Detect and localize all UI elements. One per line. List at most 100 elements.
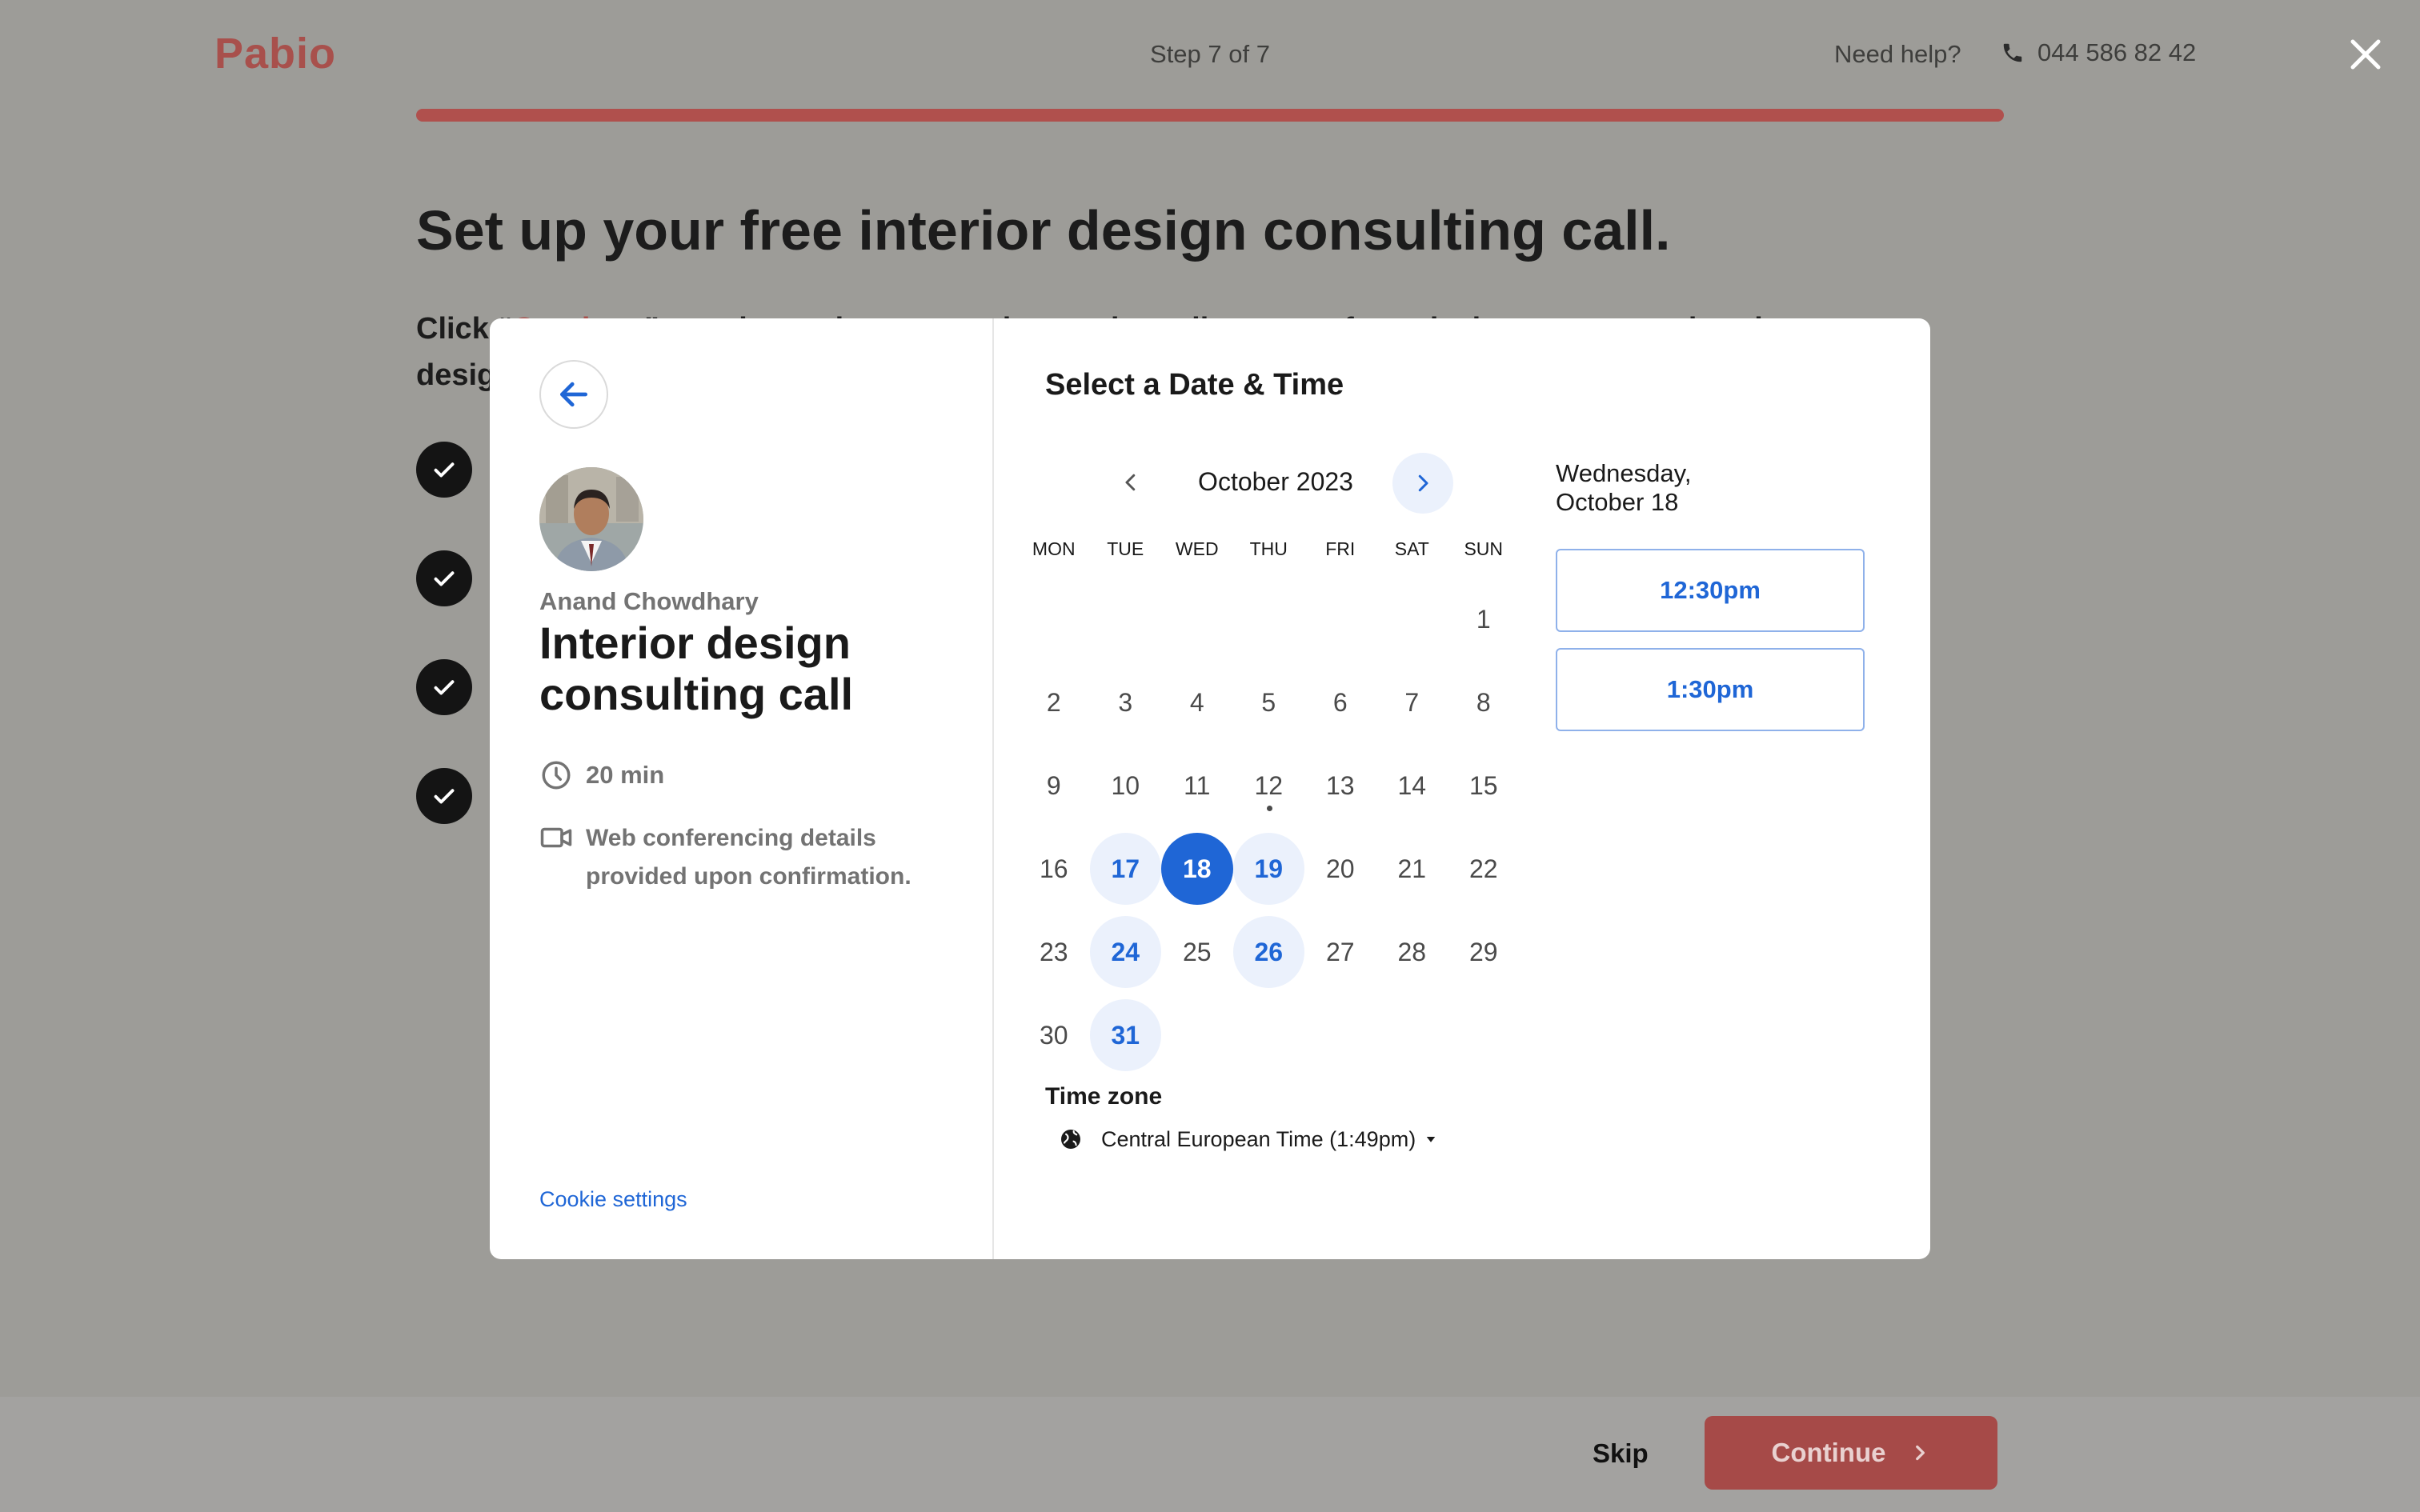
calendar-day: 7 [1404, 687, 1420, 717]
phone-number: 044 586 82 42 [2037, 38, 2197, 66]
calendar-day: 2 [1046, 687, 1061, 717]
calendar-day: 21 [1397, 854, 1427, 883]
weekday-thu: THU [1249, 538, 1288, 559]
calendar-grid: 1 2 3 4 5 6 7 8 9 10 11 12 13 14 15 16 17 18 19 20 21 22 23 24 2… [1018, 578, 1522, 1077]
calendar-day: 20 [1325, 854, 1355, 883]
calendar-day: 8 [1476, 687, 1491, 717]
calendar-empty-cell [1376, 578, 1448, 661]
previous-month-button[interactable] [1101, 453, 1160, 512]
weekday-tue: TUE [1107, 538, 1144, 559]
calendar-day: 10 [1111, 770, 1140, 800]
checkmark-icon [416, 442, 472, 498]
event-details-pane: Anand Chowdhary Interior design consulti… [490, 318, 994, 1259]
weekday-wed: WED [1175, 538, 1219, 559]
conferencing-info: Web conferencing details provided upon c… [539, 819, 956, 896]
checkmark-icon [416, 768, 472, 824]
weekday-sat: SAT [1394, 538, 1429, 559]
conferencing-text: Web conferencing details provided upon c… [586, 825, 912, 890]
calendar-day-cell: 8 [1448, 661, 1520, 744]
continue-label: Continue [1771, 1438, 1886, 1467]
calendar-empty-cell [1233, 578, 1305, 661]
month-label: October 2023 [1198, 467, 1353, 496]
calendar-day: 5 [1261, 687, 1276, 717]
need-help-text: Need help? [1834, 40, 1961, 68]
calendar-day-cell: 12 [1233, 744, 1305, 827]
calendar-day: 6 [1332, 687, 1348, 717]
calendar-day-cell: 20 [1304, 827, 1376, 910]
calendar-day-available[interactable]: 17 [1089, 833, 1161, 905]
event-title: Interior design consulting call [539, 618, 854, 719]
calendar-day: 1 [1476, 604, 1491, 634]
page-title: Set up your free interior design consult… [416, 199, 1671, 262]
calendar-day: 22 [1468, 854, 1498, 883]
calendar-day: 13 [1325, 770, 1355, 800]
chevron-right-icon [1418, 474, 1428, 492]
footer-bar [0, 1397, 2420, 1512]
month-navigation: October 2023 [994, 451, 1525, 515]
timezone-label: Time zone [1045, 1083, 1163, 1110]
calendar-day-cell: 4 [1161, 661, 1233, 744]
caret-down-icon [1426, 1137, 1436, 1142]
calendar-day-cell: 30 [1018, 994, 1090, 1077]
phone-link[interactable]: 044 586 82 42 [2001, 38, 2196, 67]
calendar-day: 25 [1182, 937, 1212, 966]
calendar-day-cell: 17 [1089, 827, 1161, 910]
calendar-day-cell: 19 [1232, 827, 1304, 910]
calendar-day-cell: 10 [1090, 744, 1162, 827]
time-slot-button[interactable]: 1:30pm [1556, 648, 1865, 731]
checkmark-icon [416, 659, 472, 715]
calendar-day-cell: 28 [1376, 910, 1448, 994]
calendar-day: 12 [1233, 750, 1305, 822]
calendar-day: 15 [1468, 770, 1498, 800]
close-icon[interactable] [2346, 35, 2385, 74]
calendar-day-available[interactable]: 24 [1089, 916, 1161, 988]
calendar-day-available[interactable]: 31 [1089, 999, 1161, 1071]
continue-button[interactable]: Continue [1705, 1416, 1997, 1490]
weekday-fri: FRI [1325, 538, 1356, 559]
calendar-day-cell: 13 [1304, 744, 1376, 827]
calendar-empty-cell [1018, 578, 1090, 661]
calendar-day-cell: 9 [1018, 744, 1090, 827]
back-button[interactable] [539, 360, 608, 429]
avatar [539, 467, 643, 571]
calendar-day-cell: 6 [1304, 661, 1376, 744]
calendar-day: 27 [1325, 937, 1355, 966]
calendar-day: 28 [1397, 937, 1427, 966]
globe-icon [1061, 1130, 1080, 1149]
calendar-day-cell: 24 [1089, 910, 1161, 994]
chevron-left-icon [1125, 474, 1136, 491]
calendar-day-cell: 16 [1018, 827, 1090, 910]
pabio-logo[interactable]: Pabio [214, 29, 336, 78]
timezone-value: Central European Time (1:49pm) [1101, 1126, 1416, 1151]
calendar-day-cell: 22 [1448, 827, 1520, 910]
calendar-day-cell: 7 [1376, 661, 1448, 744]
calendar-weekday-header: MON TUE WED THU FRI SAT SUN [1018, 533, 1522, 565]
calendar-day-cell: 27 [1304, 910, 1376, 994]
cookie-settings-link[interactable]: Cookie settings [539, 1187, 687, 1212]
calendar-day: 14 [1397, 770, 1427, 800]
clock-icon [542, 761, 571, 790]
calendar-day-available[interactable]: 26 [1232, 916, 1304, 988]
calendar-day-selected[interactable]: 18 [1161, 833, 1233, 905]
calendar-day: 4 [1189, 687, 1204, 717]
phone-icon [2003, 43, 2022, 62]
skip-button[interactable]: Skip [1593, 1438, 1649, 1469]
chevron-right-icon [1916, 1445, 1925, 1461]
scheduling-modal: Anand Chowdhary Interior design consulti… [490, 318, 1930, 1259]
time-slot-button[interactable]: 12:30pm [1556, 549, 1865, 632]
calendar-day: 29 [1468, 937, 1498, 966]
calendar-day-cell: 1 [1448, 578, 1520, 661]
weekday-sun: SUN [1464, 538, 1504, 559]
video-camera-icon [540, 827, 572, 848]
timezone-select[interactable]: Central European Time (1:49pm) [1058, 1126, 1438, 1152]
calendar-day-cell: 26 [1232, 910, 1304, 994]
calendar-day-cell: 14 [1376, 744, 1448, 827]
calendar-day-cell: 25 [1161, 910, 1233, 994]
calendar-day-cell: 21 [1376, 827, 1448, 910]
next-month-button[interactable] [1392, 453, 1453, 514]
calendar-empty-cell [1161, 578, 1233, 661]
calendar-day: 30 [1039, 1020, 1068, 1050]
calendar-day-available[interactable]: 19 [1232, 833, 1304, 905]
select-date-time-heading: Select a Date & Time [1045, 368, 1344, 402]
selected-date-label: Wednesday, October 18 [1556, 459, 1692, 516]
